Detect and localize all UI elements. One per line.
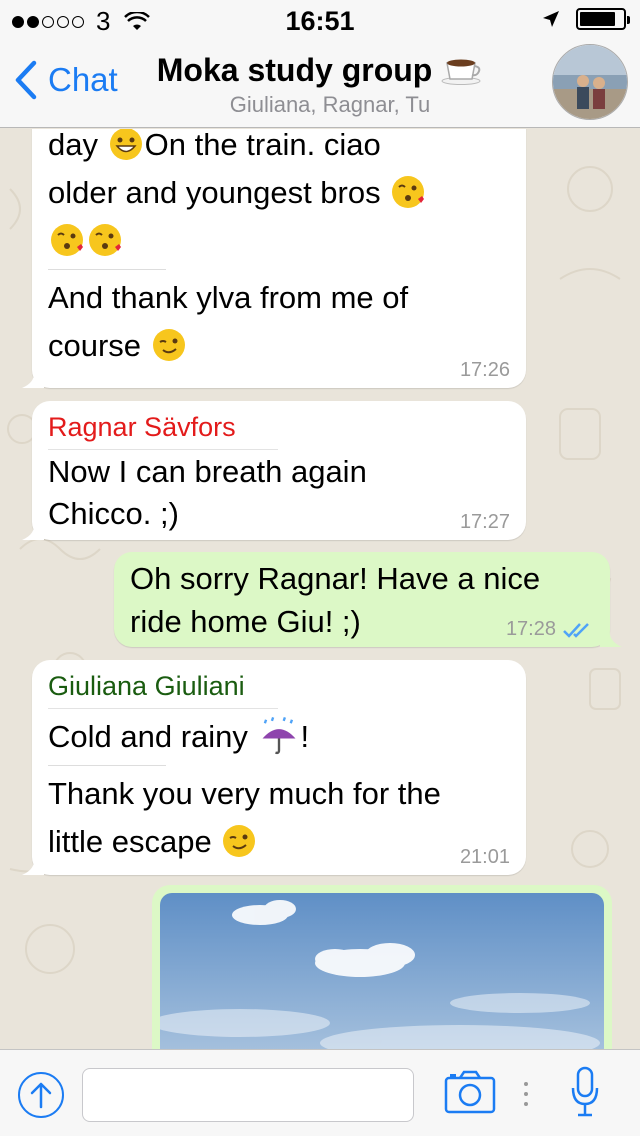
umbrella-rain-icon xyxy=(262,716,296,755)
camera-button[interactable] xyxy=(444,1070,496,1119)
message-bubble-outgoing[interactable]: Oh sorry Ragnar! Have a nice ride home G… xyxy=(114,552,622,647)
sender-name: Ragnar Sävfors xyxy=(48,412,236,442)
microphone-button[interactable] xyxy=(570,1066,600,1123)
bubble-tail xyxy=(22,857,44,875)
message-bubble-incoming[interactable]: day On the train. ciao older and younges… xyxy=(22,129,526,388)
back-button[interactable]: Chat xyxy=(14,60,118,100)
message-line: And thank ylva from me of xyxy=(48,280,409,315)
message-line: day On the train. ciao xyxy=(48,129,381,162)
message-time: 21:01 xyxy=(459,846,510,868)
winking-face-icon xyxy=(223,825,256,857)
message-line: course xyxy=(48,322,510,370)
bubble-tail xyxy=(600,629,622,647)
kissing-face-icon xyxy=(392,176,425,208)
message-line: Chicco. ;) xyxy=(48,496,179,531)
sender-separator xyxy=(48,708,278,709)
message-line: older and youngest bros xyxy=(48,169,510,217)
chat-title[interactable]: Moka study group xyxy=(150,52,490,89)
message-line: little escape xyxy=(48,818,510,866)
sender-name: Giuliana Giuliani xyxy=(48,671,245,701)
image-message-bubble[interactable] xyxy=(152,885,612,1049)
battery-icon xyxy=(576,8,630,30)
message-status: 17:28 xyxy=(506,618,594,641)
read-ticks-icon xyxy=(563,622,589,638)
location-arrow-icon xyxy=(543,11,559,27)
attach-button[interactable] xyxy=(18,1072,64,1118)
message-line: Now I can breath again xyxy=(48,454,367,489)
status-bar: 3 16:51 xyxy=(0,0,640,40)
coffee-cup-icon xyxy=(441,59,481,85)
message-line: Thank you very much for the xyxy=(48,776,441,811)
message-time: 17:27 xyxy=(459,511,510,533)
bubble-tail xyxy=(22,522,44,540)
message-input[interactable] xyxy=(82,1068,414,1122)
message-line: Cold and rainy ! xyxy=(48,713,510,761)
message-input-bar xyxy=(0,1049,640,1136)
grinning-face-icon xyxy=(109,129,142,160)
bubble-tail xyxy=(22,370,44,388)
group-avatar[interactable] xyxy=(552,44,628,120)
message-bubble-incoming[interactable]: Ragnar Sävfors Now I can breath again Ch… xyxy=(22,401,526,540)
message-time: 17:26 xyxy=(459,359,510,381)
divider-dots xyxy=(524,1082,528,1106)
chat-participants: Giuliana, Ragnar, Tu xyxy=(229,92,431,117)
message-line: Oh sorry Ragnar! Have a nice xyxy=(130,561,541,596)
back-chevron-icon xyxy=(15,60,37,100)
kissing-face-icon xyxy=(51,224,83,256)
microphone-icon xyxy=(571,1066,599,1117)
message-bubble-incoming[interactable]: Giuliana Giuliani Cold and rainy ! Thank… xyxy=(22,660,526,875)
message-time: 17:28 xyxy=(505,618,556,640)
nav-bar: Chat Moka study group Giuliana, Ragnar, … xyxy=(0,40,640,128)
message-separator xyxy=(48,269,166,270)
sky-photo[interactable] xyxy=(160,893,604,1049)
message-line xyxy=(48,217,510,265)
upload-arrow-icon xyxy=(30,1082,52,1109)
camera-icon xyxy=(444,1070,496,1114)
message-separator xyxy=(48,765,166,766)
chat-area[interactable]: day On the train. ciao older and younges… xyxy=(0,129,640,1049)
back-label: Chat xyxy=(48,61,118,98)
kissing-face-icon xyxy=(89,224,121,256)
winking-face-icon xyxy=(152,329,185,361)
